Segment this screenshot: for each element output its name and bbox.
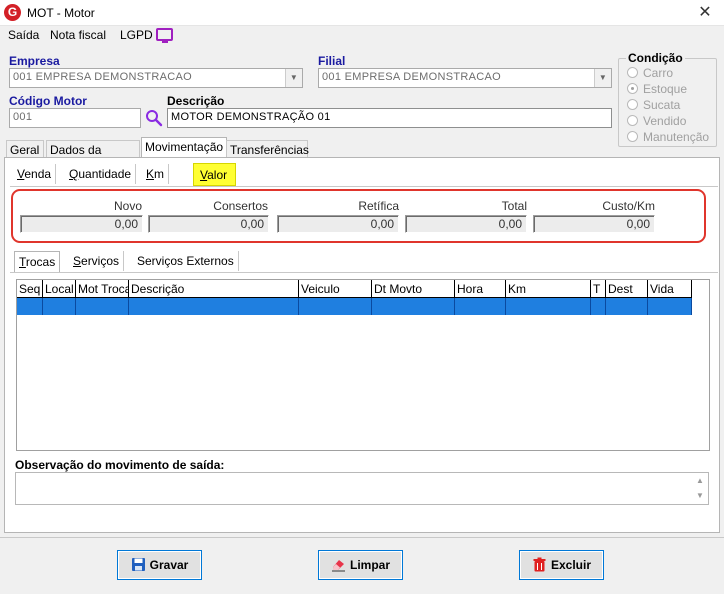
monitor-icon[interactable] (156, 28, 173, 43)
radio-estoque[interactable]: Estoque (627, 82, 687, 96)
subtab-quantidade[interactable]: Quantidade (65, 164, 137, 184)
cell (43, 298, 76, 315)
radio-icon (627, 67, 638, 78)
empresa-combo[interactable]: 001 EMPRESA DEMONSTRACAO ▼ (9, 68, 303, 88)
grid-header: Seq Local Mot Troca Descrição Veiculo Dt… (17, 280, 692, 298)
filial-label: Filial (318, 54, 346, 68)
chevron-down-icon[interactable]: ▼ (594, 69, 611, 87)
menu-bar (0, 26, 724, 45)
col-t[interactable]: T (591, 280, 606, 298)
save-icon (131, 558, 145, 571)
tab-transferencias[interactable]: Transferências (226, 140, 309, 158)
observacao-textarea[interactable]: ▲ ▼ (15, 472, 709, 505)
tab-servicos-externos[interactable]: Serviços Externos (133, 251, 239, 271)
condicao-title: Condição (626, 51, 685, 65)
empresa-label: Empresa (9, 54, 60, 68)
valor-header-total: Total (501, 199, 527, 213)
eraser-icon (331, 560, 345, 572)
cell (17, 298, 43, 315)
codigo-label: Código Motor (9, 94, 87, 108)
valor-custo-km: 0,00 (533, 215, 655, 233)
cell (648, 298, 692, 315)
gravar-button[interactable]: Gravar (117, 550, 202, 580)
cell (506, 298, 591, 315)
valor-total: 0,00 (405, 215, 527, 233)
valor-consertos: 0,00 (148, 215, 269, 233)
filial-combo[interactable]: 001 EMPRESA DEMONSTRACAO ▼ (318, 68, 612, 88)
tab-dados-compra[interactable]: Dados da compra (46, 140, 140, 171)
inner-tab-divider (10, 272, 718, 273)
valor-header-consertos: Consertos (213, 199, 268, 213)
main-tabs: Geral Dados da compra Movimentação Trans… (4, 137, 720, 171)
descricao-input[interactable]: MOTOR DEMONSTRAÇÃO 01 (167, 108, 612, 128)
window-title: MOT - Motor (27, 6, 95, 20)
col-veiculo[interactable]: Veiculo (299, 280, 372, 298)
close-icon[interactable]: ✕ (686, 0, 724, 26)
tab-geral[interactable]: Geral (6, 140, 44, 158)
radio-sucata[interactable]: Sucata (627, 98, 680, 112)
col-local[interactable]: Local (43, 280, 76, 298)
col-km[interactable]: Km (506, 280, 591, 298)
col-seq[interactable]: Seq (17, 280, 43, 298)
menu-saida[interactable]: Saída (8, 28, 39, 42)
col-descricao[interactable]: Descrição (129, 280, 299, 298)
cell (129, 298, 299, 315)
scroll-up-icon[interactable]: ▲ (693, 474, 707, 488)
title-bar (0, 0, 724, 26)
codigo-input[interactable]: 001 (9, 108, 141, 128)
valor-header-custo-km: Custo/Km (602, 199, 655, 213)
valor-novo: 0,00 (20, 215, 143, 233)
limpar-button[interactable]: Limpar (318, 550, 403, 580)
radio-icon (627, 115, 638, 126)
cell (76, 298, 129, 315)
subtab-divider (10, 186, 718, 187)
radio-selected-icon (627, 83, 638, 94)
col-hora[interactable]: Hora (455, 280, 506, 298)
app-logo-icon: G (4, 4, 21, 21)
search-icon[interactable] (145, 109, 163, 127)
scroll-down-icon[interactable]: ▼ (693, 489, 707, 503)
valor-retifica: 0,00 (277, 215, 399, 233)
menu-lgpd[interactable]: LGPD (120, 28, 153, 42)
cell (299, 298, 372, 315)
filial-value: 001 EMPRESA DEMONSTRACAO (322, 71, 501, 83)
col-dest[interactable]: Dest (606, 280, 648, 298)
gravar-label: Gravar (149, 558, 189, 572)
excluir-label: Excluir (550, 558, 592, 572)
valor-header-novo: Novo (113, 199, 142, 213)
cell (455, 298, 506, 315)
excluir-button[interactable]: Excluir (519, 550, 604, 580)
tab-movimentacao[interactable]: Movimentação (141, 137, 227, 158)
radio-vendido[interactable]: Vendido (627, 114, 686, 128)
empresa-value: 001 EMPRESA DEMONSTRACAO (13, 71, 192, 83)
subtab-venda[interactable]: Venda (13, 164, 57, 184)
subtab-valor[interactable]: Valor (196, 165, 231, 185)
descricao-label: Descrição (167, 94, 225, 108)
subtab-km[interactable]: Km (142, 164, 170, 184)
cell (606, 298, 648, 315)
col-dt-movto[interactable]: Dt Movto (372, 280, 455, 298)
chevron-down-icon[interactable]: ▼ (285, 69, 302, 87)
radio-carro[interactable]: Carro (627, 66, 673, 80)
observacao-label: Observação do movimento de saída: (15, 458, 225, 472)
radio-icon (627, 99, 638, 110)
tab-trocas[interactable]: Trocas (14, 251, 61, 272)
cell (591, 298, 606, 315)
tab-servicos[interactable]: Serviços (69, 251, 125, 271)
trocas-grid[interactable]: Seq Local Mot Troca Descrição Veiculo Dt… (16, 279, 710, 451)
menu-nota-fiscal[interactable]: Nota fiscal (50, 28, 106, 42)
trash-icon (533, 557, 546, 572)
col-vida[interactable]: Vida (648, 280, 692, 298)
valor-header-retifica: Retífica (358, 199, 399, 213)
limpar-label: Limpar (349, 558, 390, 572)
table-row-selected[interactable] (17, 298, 692, 315)
col-mot-troca[interactable]: Mot Troca (76, 280, 129, 298)
cell (372, 298, 455, 315)
